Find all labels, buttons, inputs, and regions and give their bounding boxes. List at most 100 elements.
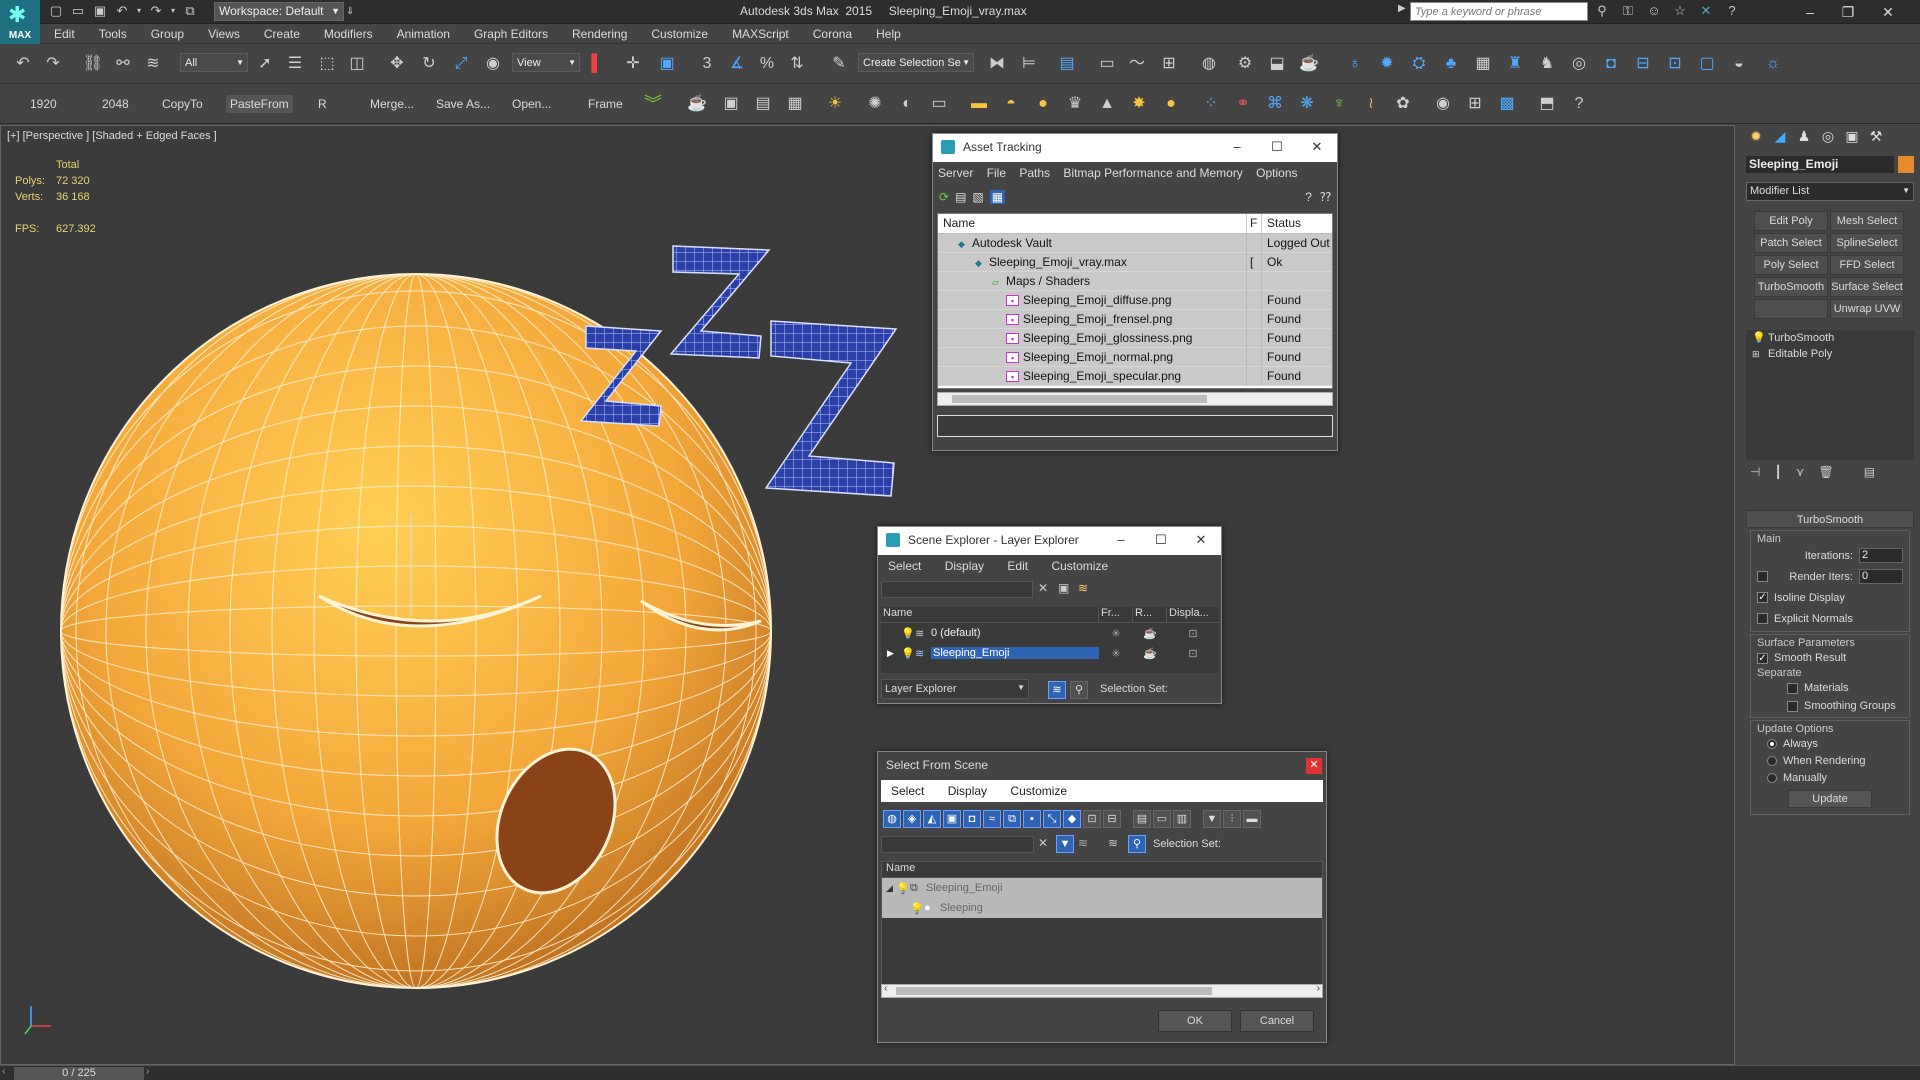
display-spacewarps-icon[interactable]: ≈ [983,810,1001,828]
undo-icon[interactable]: ↶ [112,2,132,20]
hierarchy-tab-icon[interactable]: ♟ [1794,128,1814,148]
materials-checkbox[interactable] [1787,682,1798,694]
menu-select[interactable]: Select [891,784,924,798]
display-helpers-icon[interactable]: ◘ [963,810,981,828]
shield-icon[interactable]: ◐ [896,93,918,115]
new-file-icon[interactable]: ▢ [46,2,66,20]
restore-icon[interactable]: ❐ [1830,1,1866,23]
close-icon[interactable]: ✕ [1306,758,1322,774]
selection-filter-dropdown[interactable]: All ▼ [180,53,248,72]
grass-icon[interactable]: ♆ [1328,93,1350,115]
show-end-result-icon[interactable]: ┃ [1774,465,1781,479]
manually-radio[interactable] [1767,772,1777,783]
mesh-light-icon[interactable]: ♛ [1064,93,1086,115]
col-name[interactable]: Name [938,214,1247,233]
ribbon-icon[interactable]: ▭ [1096,53,1118,75]
maximize-icon[interactable]: ☐ [1257,134,1297,160]
snaps-toggle-icon[interactable]: 3 [696,53,718,75]
menu-animation[interactable]: Animation [397,24,450,44]
layer-new-icon[interactable]: ≋ [1078,581,1088,595]
btn-2048[interactable]: 2048 [102,97,129,111]
tree-icon[interactable]: ♣ [1440,53,1462,75]
maximize-icon[interactable]: ☐ [1141,527,1181,553]
scene-h-scrollbar[interactable]: ‹ › [881,983,1323,998]
display-bones-icon[interactable]: ⤡ [1043,810,1061,828]
menu-customize[interactable]: Customize [651,24,708,44]
scroll-thumb[interactable] [896,987,1212,995]
minimize-icon[interactable]: – [1792,1,1828,23]
minimize-icon[interactable]: – [1101,527,1141,553]
close-icon[interactable]: ✕ [1181,527,1221,553]
grid-icon[interactable]: ▦ [784,93,806,115]
scroll-right-icon[interactable]: › [1317,983,1320,994]
window-crossing-icon[interactable]: ◫ [346,53,368,75]
light-bulb-icon[interactable]: 💡 [910,902,924,915]
particle-icon[interactable]: ✺ [864,93,886,115]
copy-to-button[interactable]: CopyTo [162,97,203,111]
col-freeze[interactable]: Fr... [1099,607,1133,622]
render-setup-icon[interactable]: ⚙ [1234,53,1256,75]
display-box-icon[interactable]: ⊡ [1167,627,1219,640]
surface-select-button[interactable]: Surface Select [1830,277,1904,297]
rect-light-icon[interactable]: ▭ [928,93,950,115]
btn-1920[interactable]: 1920 [30,97,57,111]
asset-row[interactable]: ▪ Sleeping_Emoji_specular.png Found [938,366,1332,386]
emoji-mesh[interactable] [60,273,772,989]
project-folder-icon[interactable]: ⧉ [180,2,200,20]
vray-icon[interactable]: ⛭ [1408,53,1430,75]
time-next-icon[interactable]: › [146,1066,149,1077]
scene-search-input[interactable] [881,836,1034,853]
select-from-scene-titlebar[interactable]: Select From Scene ✕ [878,752,1326,780]
time-slider[interactable]: 0 / 225 [14,1067,144,1080]
menu-graph-editors[interactable]: Graph Editors [474,24,548,44]
rotate-icon[interactable]: ↻ [418,53,440,75]
open-button[interactable]: Open... [512,97,551,111]
expand-plus-icon[interactable]: ⊞ [1752,346,1760,362]
display-xrefs-icon[interactable]: ▪ [1023,810,1041,828]
display-geometry-icon[interactable]: ◍ [883,810,901,828]
menu-views[interactable]: Views [208,24,240,44]
help-circle-icon[interactable]: ? [1568,93,1590,115]
asset-row[interactable]: ▪ Sleeping_Emoji_glossiness.png Found [938,328,1332,348]
physical-camera-icon[interactable]: ▢ [1696,53,1718,75]
scroll-left-icon[interactable]: ‹ [884,983,887,994]
fur-ball-icon[interactable]: ✿ [1392,93,1414,115]
ghost-icon[interactable]: ⌘ [1264,93,1286,115]
mesh-select-button[interactable]: Mesh Select [1830,211,1904,231]
keyboard-shortcut-override-icon[interactable]: ▣ [656,53,678,75]
cancel-button[interactable]: Cancel [1240,1010,1314,1032]
scale-icon[interactable]: ⤢ [450,53,472,75]
dome-icon[interactable]: ◓ [1000,93,1022,115]
star-icon[interactable]: ☆ [1670,2,1690,20]
modifier-list-dropdown[interactable]: Modifier List ▼ [1746,182,1914,201]
key-icon[interactable]: ⚿ [1618,2,1638,20]
update-button[interactable]: Update [1788,790,1872,808]
person-icon[interactable]: ☺ [1644,2,1664,20]
filter-funnel-icon[interactable]: ▼ [1203,810,1221,828]
light-icon[interactable]: ☀ [824,93,846,115]
display-invert-icon[interactable]: ▥ [1173,810,1191,828]
sort-by-layer-icon[interactable]: ≋ [1108,836,1118,850]
unlink-icon[interactable]: ⚯ [112,53,134,75]
menu-display[interactable]: Display [945,559,984,573]
bind-spacewarp-icon[interactable]: ≋ [142,53,164,75]
menu-server[interactable]: Server [938,166,973,180]
clear-search-icon[interactable]: ✕ [1038,581,1048,595]
motion-tab-icon[interactable]: ◎ [1818,128,1838,148]
select-by-name-icon[interactable]: ☰ [284,53,306,75]
binoculars-icon[interactable]: ⚲ [1592,2,1612,20]
select-children-icon[interactable]: ≋ [1078,836,1088,850]
r-button[interactable]: R [318,97,327,111]
save-file-icon[interactable]: ▣ [90,2,110,20]
pin-stack-icon[interactable]: ⊣ [1750,465,1760,479]
display-none-icon[interactable]: ▭ [1153,810,1171,828]
object-color-swatch[interactable] [1898,156,1914,173]
layer-row[interactable]: 💡 ≋ 0 (default) ✳ ☕ ⊡ [881,623,1219,643]
ies-light-icon[interactable]: ● [1160,93,1182,115]
app-logo[interactable]: ✱ MAX [0,0,40,44]
col-name[interactable]: Name [881,607,1099,622]
col-name[interactable]: Name [882,862,1322,878]
empty-modifier-button[interactable] [1754,299,1828,319]
menu-edit[interactable]: Edit [1007,559,1028,573]
help-icon[interactable]: ? [1722,2,1742,20]
